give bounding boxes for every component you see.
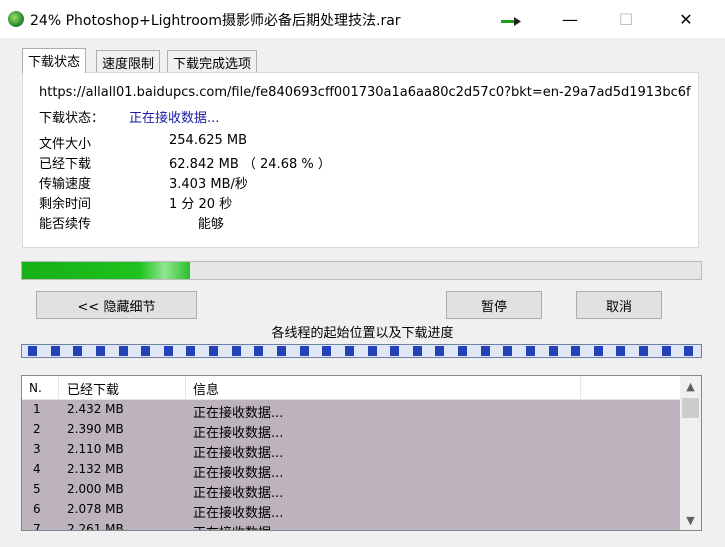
thread-segment xyxy=(345,346,354,356)
scroll-up-arrow-icon[interactable]: ▲ xyxy=(680,376,701,396)
download-progress-fill xyxy=(22,262,190,279)
thread-segment xyxy=(684,346,693,356)
time-remaining-value: 1 分 20 秒 xyxy=(169,197,233,212)
downloaded-label: 已经下载 xyxy=(39,157,92,172)
tab-download-status[interactable]: 下载状态 xyxy=(22,48,87,73)
column-header-info[interactable]: 信息 xyxy=(193,379,219,398)
row-downloaded: 2.078 MB xyxy=(67,502,124,516)
table-row[interactable]: 4 2.132 MB 正在接收数据... xyxy=(22,460,680,481)
hide-details-button[interactable]: << 隐藏细节 xyxy=(36,291,197,319)
cancel-button[interactable]: 取消 xyxy=(576,291,662,319)
row-downloaded: 2.110 MB xyxy=(67,442,124,456)
thread-segment xyxy=(209,346,218,356)
thread-list: N. 已经下载 信息 1 2.432 MB 正在接收数据... 2 2.390 … xyxy=(21,375,702,531)
thread-segment xyxy=(413,346,422,356)
row-info: 正在接收数据... xyxy=(193,466,284,481)
minimize-button[interactable]: — xyxy=(542,0,598,38)
thread-list-body: 1 2.432 MB 正在接收数据... 2 2.390 MB 正在接收数据..… xyxy=(22,400,680,530)
row-downloaded: 2.132 MB xyxy=(67,462,124,476)
table-row[interactable]: 6 2.078 MB 正在接收数据... xyxy=(22,500,680,521)
row-downloaded: 2.390 MB xyxy=(67,422,124,436)
thread-list-header: N. 已经下载 信息 xyxy=(22,376,680,400)
thread-segment xyxy=(322,346,331,356)
thread-segment xyxy=(458,346,467,356)
thread-segment xyxy=(368,346,377,356)
row-number: 6 xyxy=(33,502,41,516)
thread-segment xyxy=(549,346,558,356)
thread-segment xyxy=(28,346,37,356)
thread-segment xyxy=(51,346,60,356)
thread-segment xyxy=(141,346,150,356)
file-size-value: 254.625 MB xyxy=(169,133,248,148)
close-button[interactable]: ✕ xyxy=(658,0,714,38)
pause-button[interactable]: 暂停 xyxy=(446,291,542,319)
row-info: 正在接收数据... xyxy=(193,522,283,530)
thread-segment xyxy=(277,346,286,356)
scroll-down-arrow-icon[interactable]: ▼ xyxy=(680,510,701,530)
thread-segment xyxy=(186,346,195,356)
table-row[interactable]: 7 2.261 MB 正在接收数据... xyxy=(22,520,680,531)
thread-segment xyxy=(254,346,263,356)
resume-support-label: 能否续传 xyxy=(39,217,92,232)
thread-segment xyxy=(616,346,625,356)
download-state-label: 下载状态： xyxy=(39,111,105,126)
thread-segment xyxy=(300,346,309,356)
column-header-number[interactable]: N. xyxy=(29,381,42,395)
title-bar: 24% Photoshop+Lightroom摄影师必备后期处理技法.rar —… xyxy=(0,0,725,38)
download-status-panel: https://allall01.baidupcs.com/file/fe840… xyxy=(22,72,699,248)
row-info: 正在接收数据... xyxy=(193,506,284,521)
row-downloaded: 2.432 MB xyxy=(67,402,124,416)
tab-completion-options[interactable]: 下载完成选项 xyxy=(167,50,258,72)
thread-segment xyxy=(96,346,105,356)
globe-download-icon xyxy=(8,11,24,27)
row-number: 1 xyxy=(33,402,41,416)
tab-speed-limit[interactable]: 速度限制 xyxy=(96,50,161,72)
downloaded-value: 62.842 MB （ 24.68 % ） xyxy=(169,157,331,172)
table-row[interactable]: 1 2.432 MB 正在接收数据... xyxy=(22,400,680,421)
row-info: 正在接收数据... xyxy=(193,406,284,421)
thread-segment xyxy=(526,346,535,356)
download-state-value: 正在接收数据... xyxy=(129,111,220,126)
download-progress-bar xyxy=(21,261,702,280)
column-header-downloaded[interactable]: 已经下载 xyxy=(67,379,119,398)
resume-support-value: 能够 xyxy=(169,217,224,232)
row-number: 4 xyxy=(33,462,41,476)
table-row[interactable]: 2 2.390 MB 正在接收数据... xyxy=(22,420,680,441)
scroll-thumb[interactable] xyxy=(682,398,699,418)
row-downloaded: 2.261 MB xyxy=(67,522,124,531)
maximize-button[interactable]: ☐ xyxy=(598,0,654,38)
thread-segment xyxy=(119,346,128,356)
thread-segment xyxy=(232,346,241,356)
file-size-label: 文件大小 xyxy=(39,137,92,152)
green-arrow-flag-icon xyxy=(501,17,521,26)
transfer-speed-value: 3.403 MB/秒 xyxy=(169,177,248,192)
row-number: 5 xyxy=(33,482,41,496)
row-info: 正在接收数据... xyxy=(193,446,284,461)
row-downloaded: 2.000 MB xyxy=(67,482,124,496)
table-row[interactable]: 3 2.110 MB 正在接收数据... xyxy=(22,440,680,461)
thread-progress-caption: 各线程的起始位置以及下载进度 xyxy=(271,326,454,341)
thread-segment xyxy=(594,346,603,356)
thread-segment xyxy=(390,346,399,356)
row-number: 2 xyxy=(33,422,41,436)
thread-segment xyxy=(435,346,444,356)
thread-segment xyxy=(503,346,512,356)
thread-segment xyxy=(73,346,82,356)
thread-segment xyxy=(164,346,173,356)
table-row[interactable]: 5 2.000 MB 正在接收数据... xyxy=(22,480,680,501)
row-number: 7 xyxy=(33,522,41,531)
thread-segment xyxy=(481,346,490,356)
time-remaining-label: 剩余时间 xyxy=(39,197,92,212)
window-title: 24% Photoshop+Lightroom摄影师必备后期处理技法.rar xyxy=(30,13,401,29)
row-number: 3 xyxy=(33,442,41,456)
download-url: https://allall01.baidupcs.com/file/fe840… xyxy=(39,85,691,100)
thread-progress-bar xyxy=(21,344,702,358)
transfer-speed-label: 传输速度 xyxy=(39,177,92,192)
thread-list-scrollbar[interactable]: ▲ ▼ xyxy=(680,376,701,530)
thread-segment xyxy=(639,346,648,356)
thread-segment xyxy=(571,346,580,356)
row-info: 正在接收数据... xyxy=(193,426,284,441)
row-info: 正在接收数据... xyxy=(193,486,284,501)
thread-segment xyxy=(662,346,671,356)
